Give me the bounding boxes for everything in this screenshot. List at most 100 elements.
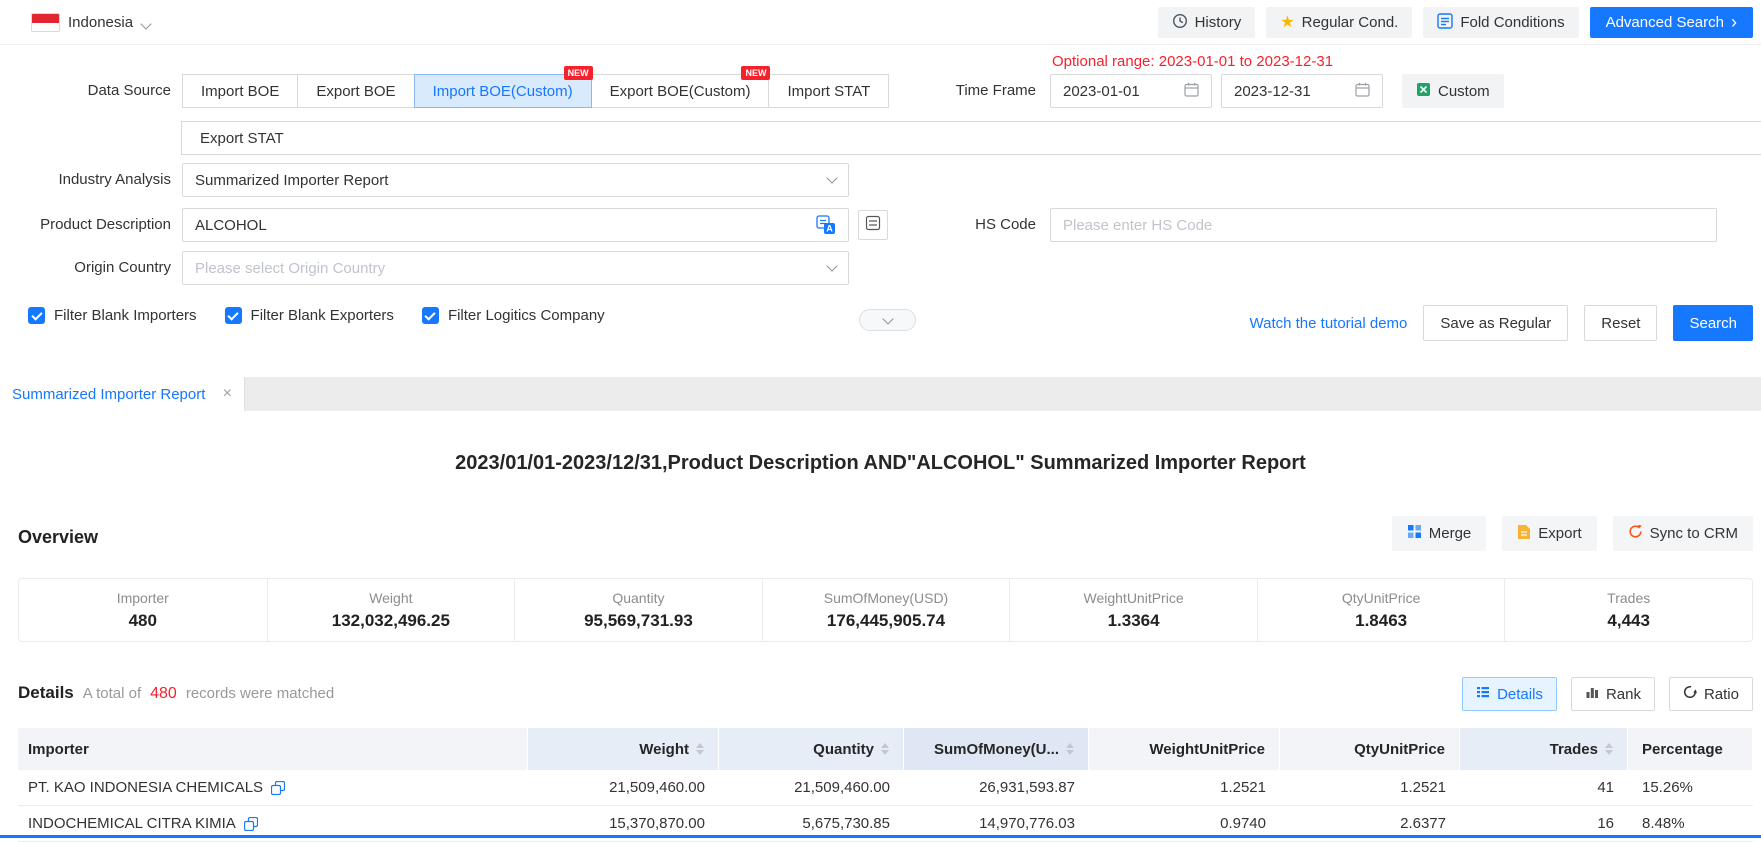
advanced-search-button[interactable]: Advanced Search › xyxy=(1590,7,1753,38)
overview-heading: Overview xyxy=(18,527,98,548)
col-qty-unit-price: QtyUnitPrice xyxy=(1280,728,1460,770)
checkbox-checked-icon xyxy=(28,307,45,324)
view-ratio-button[interactable]: Ratio xyxy=(1669,677,1753,711)
col-weight-sort[interactable]: Weight xyxy=(528,728,719,770)
date-from-input[interactable]: 2023-01-01 xyxy=(1050,74,1212,108)
history-icon xyxy=(1172,13,1188,33)
stat-weight: Weight132,032,496.25 xyxy=(267,579,515,641)
product-description-field: A xyxy=(182,208,849,242)
sync-to-crm-button[interactable]: Sync to CRM xyxy=(1613,516,1753,551)
ratio-cycle-icon xyxy=(1683,685,1697,703)
hs-code-input[interactable] xyxy=(1063,217,1704,234)
calendar-icon xyxy=(1355,82,1370,101)
rank-bars-icon xyxy=(1585,685,1599,703)
chevron-down-icon xyxy=(826,260,837,271)
stat-qty-unit-price: QtyUnitPrice1.8463 xyxy=(1257,579,1505,641)
industry-analysis-select[interactable]: Summarized Importer Report xyxy=(182,163,849,197)
merge-icon xyxy=(1407,524,1422,543)
hs-code-field xyxy=(1050,208,1717,242)
close-icon[interactable]: × xyxy=(223,386,232,402)
collapse-toggle[interactable] xyxy=(859,309,916,331)
chevron-down-icon xyxy=(882,313,893,324)
total-prefix: A total of xyxy=(83,685,141,702)
topbar: Indonesia History ★ Regular Cond. Fold C… xyxy=(0,0,1761,45)
table-header-row: Importer Weight Quantity SumOfMoney(U...… xyxy=(18,728,1753,770)
tab-import-boe-custom[interactable]: Import BOE(Custom) NEW xyxy=(414,74,592,108)
details-heading: Details xyxy=(18,683,74,703)
fold-panel-icon xyxy=(1437,13,1453,33)
col-weight-unit-price: WeightUnitPrice xyxy=(1089,728,1280,770)
tab-import-boe[interactable]: Import BOE xyxy=(182,74,298,108)
custom-range-button[interactable]: Custom xyxy=(1402,74,1504,108)
copy-icon[interactable] xyxy=(244,817,258,831)
tab-export-boe-custom[interactable]: Export BOE(Custom) NEW xyxy=(591,74,770,108)
sort-icon xyxy=(1605,743,1613,755)
view-details-button[interactable]: Details xyxy=(1462,677,1557,711)
quantity-cell: 21,509,460.00 xyxy=(719,770,904,806)
export-document-icon xyxy=(1517,524,1531,544)
optional-range-hint: Optional range: 2023-01-01 to 2023-12-31 xyxy=(1052,53,1333,70)
translate-icon[interactable]: A xyxy=(816,215,836,235)
regular-cond-button[interactable]: ★ Regular Cond. xyxy=(1266,7,1412,38)
checkbox-checked-icon xyxy=(422,307,439,324)
weight-cell: 21,509,460.00 xyxy=(528,770,719,806)
sort-icon xyxy=(881,743,889,755)
details-grid-icon xyxy=(1476,685,1490,703)
filter-blank-exporters-checkbox[interactable]: Filter Blank Exporters xyxy=(225,307,394,324)
origin-country-label: Origin Country xyxy=(0,251,171,285)
new-badge: NEW xyxy=(741,66,770,80)
new-badge: NEW xyxy=(564,66,593,80)
data-source-label: Data Source xyxy=(0,74,171,108)
product-description-input[interactable] xyxy=(195,217,816,234)
view-rank-button[interactable]: Rank xyxy=(1571,677,1655,711)
chevron-right-icon: › xyxy=(1731,13,1737,31)
overview-stats-panel: Importer480 Weight132,032,496.25 Quantit… xyxy=(18,578,1753,642)
search-button[interactable]: Search xyxy=(1673,305,1753,341)
merge-button[interactable]: Merge xyxy=(1392,516,1487,551)
save-as-regular-button[interactable]: Save as Regular xyxy=(1423,305,1568,341)
reset-button[interactable]: Reset xyxy=(1584,305,1657,341)
origin-country-select[interactable]: Please select Origin Country xyxy=(182,251,849,285)
qty-unit-price-cell: 1.2521 xyxy=(1280,770,1460,806)
indonesia-flag-icon xyxy=(31,13,60,32)
sync-icon xyxy=(1628,524,1643,543)
country-selector[interactable]: Indonesia xyxy=(68,0,133,45)
copy-icon[interactable] xyxy=(271,781,285,795)
stat-trades: Trades4,443 xyxy=(1504,579,1752,641)
filter-checkbox-row: Filter Blank Importers Filter Blank Expo… xyxy=(28,307,605,324)
details-table: Importer Weight Quantity SumOfMoney(U...… xyxy=(18,728,1753,842)
product-description-label: Product Description xyxy=(0,208,171,242)
industry-analysis-label: Industry Analysis xyxy=(0,163,171,197)
date-to-input[interactable]: 2023-12-31 xyxy=(1221,74,1383,108)
col-trades-sort[interactable]: Trades xyxy=(1460,728,1628,770)
star-icon: ★ xyxy=(1280,15,1294,31)
col-quantity-sort[interactable]: Quantity xyxy=(719,728,904,770)
importer-name-cell[interactable]: PT. KAO INDONESIA CHEMICALS xyxy=(18,770,528,806)
col-importer: Importer xyxy=(18,728,528,770)
stat-sum-of-money: SumOfMoney(USD)176,445,905.74 xyxy=(762,579,1010,641)
chevron-down-icon[interactable] xyxy=(140,18,151,29)
total-suffix: records were matched xyxy=(186,685,334,702)
tutorial-demo-link[interactable]: Watch the tutorial demo xyxy=(1250,315,1408,332)
trades-cell: 41 xyxy=(1460,770,1628,806)
sort-icon xyxy=(1066,743,1074,755)
time-frame-label: Time Frame xyxy=(866,74,1036,108)
tab-export-stat[interactable]: Export STAT xyxy=(181,121,1761,155)
export-button[interactable]: Export xyxy=(1502,516,1596,551)
tab-summarized-importer-report[interactable]: Summarized Importer Report × xyxy=(0,377,245,411)
table-row: PT. KAO INDONESIA CHEMICALS 21,509,460.0… xyxy=(18,770,1753,806)
stat-importer: Importer480 xyxy=(19,579,267,641)
tab-export-boe[interactable]: Export BOE xyxy=(297,74,414,108)
hs-code-label: HS Code xyxy=(866,208,1036,242)
filter-blank-importers-checkbox[interactable]: Filter Blank Importers xyxy=(28,307,197,324)
svg-text:A: A xyxy=(826,224,833,234)
result-tabstrip: Summarized Importer Report × xyxy=(0,377,1761,411)
filter-logistics-company-checkbox[interactable]: Filter Logitics Company xyxy=(422,307,605,324)
custom-icon xyxy=(1416,82,1431,101)
history-button[interactable]: History xyxy=(1158,7,1256,38)
fold-conditions-button[interactable]: Fold Conditions xyxy=(1423,7,1578,38)
col-sum-of-money-sort[interactable]: SumOfMoney(U... xyxy=(904,728,1089,770)
data-source-tabs: Import BOE Export BOE Import BOE(Custom)… xyxy=(182,74,889,108)
calendar-icon xyxy=(1184,82,1199,101)
report-title: 2023/01/01-2023/12/31,Product Descriptio… xyxy=(0,452,1761,475)
